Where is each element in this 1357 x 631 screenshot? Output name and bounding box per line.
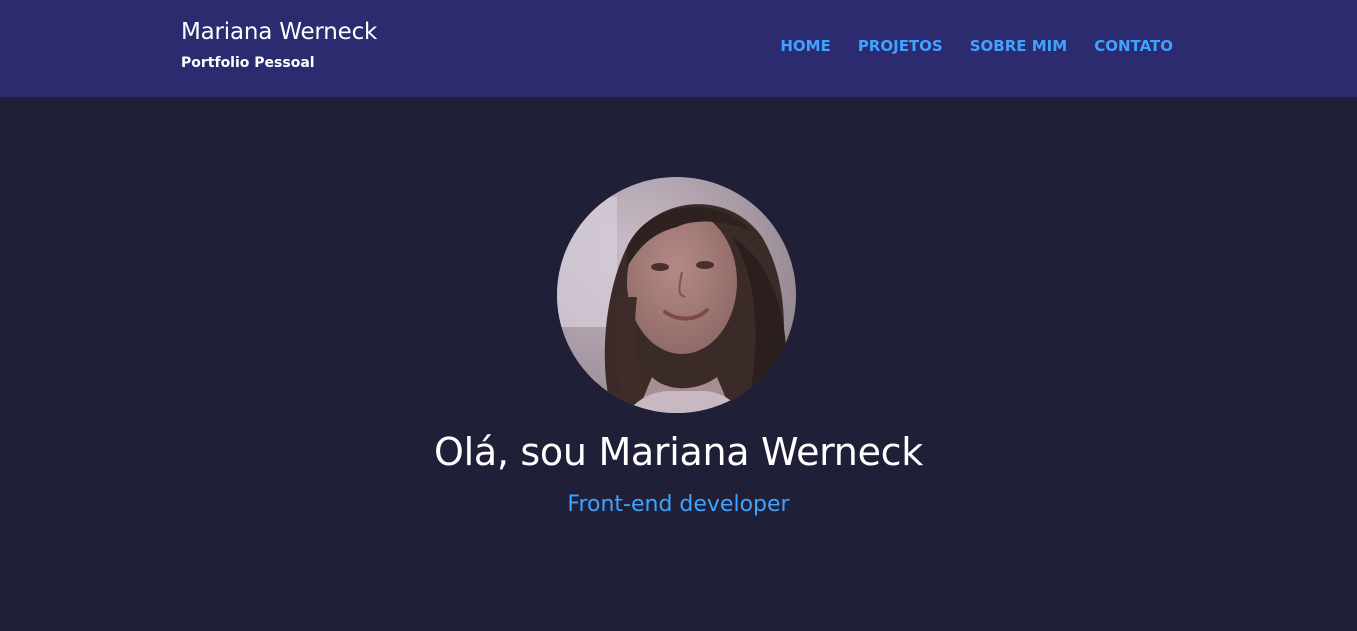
brand-subtitle: Portfolio Pessoal: [181, 55, 315, 71]
brand-name: Mariana Werneck: [181, 19, 378, 45]
main-nav: HOME PROJETOS SOBRE MIM CONTATO: [780, 36, 1173, 56]
nav-link-contato[interactable]: CONTATO: [1094, 36, 1173, 56]
nav-link-projetos[interactable]: PROJETOS: [858, 36, 943, 56]
profile-photo: [557, 177, 796, 413]
profile-avatar: [557, 177, 796, 413]
hero-section: Olá, sou Mariana Werneck Front-end devel…: [0, 97, 1357, 631]
nav-link-home[interactable]: HOME: [780, 36, 830, 56]
hero-title: Olá, sou Mariana Werneck: [434, 430, 923, 474]
site-header: Mariana Werneck Portfolio Pessoal HOME P…: [0, 0, 1357, 97]
hero-subtitle: Front-end developer: [567, 492, 790, 517]
nav-link-sobre-mim[interactable]: SOBRE MIM: [970, 36, 1067, 56]
brand: Mariana Werneck Portfolio Pessoal: [181, 17, 377, 73]
